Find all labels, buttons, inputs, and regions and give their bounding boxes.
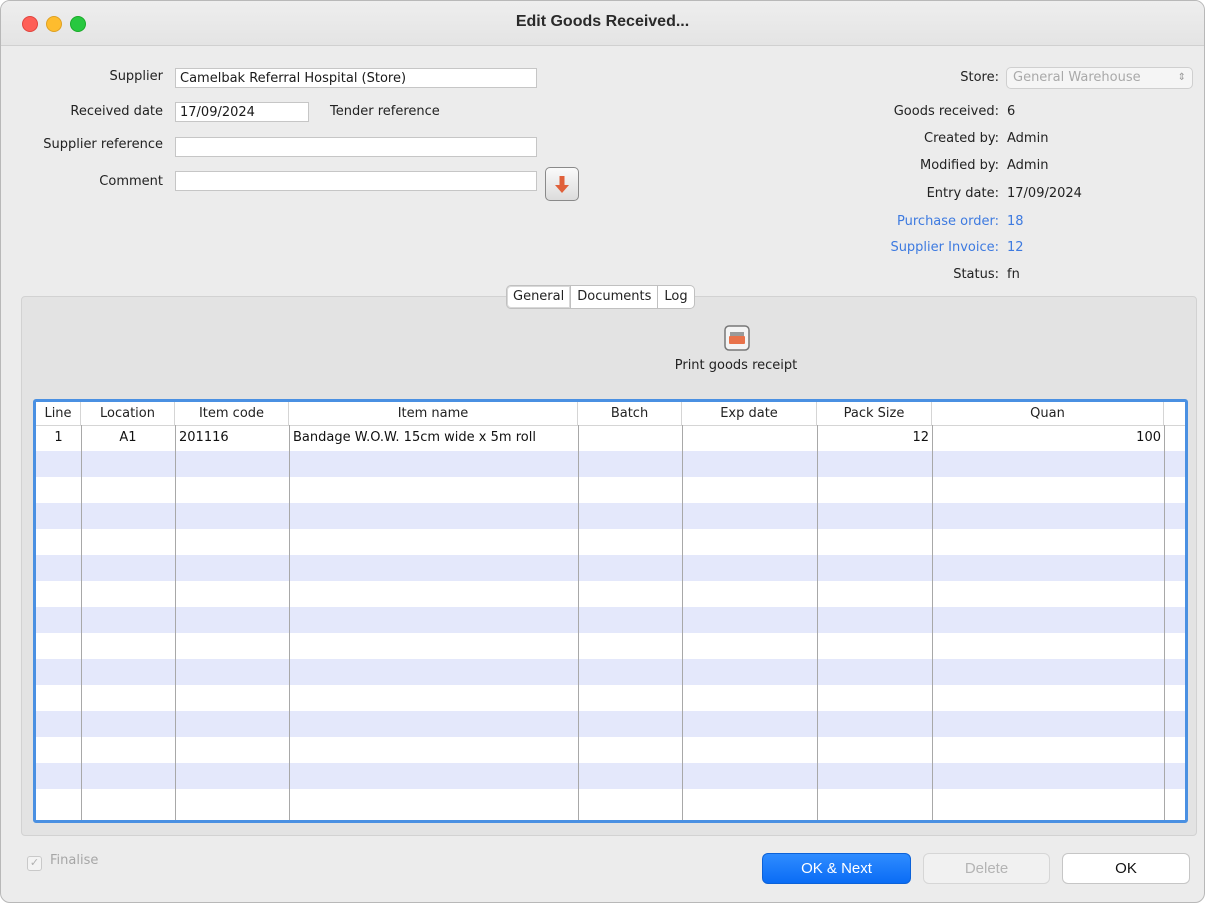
printer-icon: [724, 325, 750, 351]
ok-and-next-button[interactable]: OK & Next: [762, 853, 911, 884]
cell-item-name[interactable]: Bandage W.O.W. 15cm wide x 5m roll: [293, 427, 576, 453]
column-header-location[interactable]: Location: [81, 402, 175, 425]
column-header-exp-date[interactable]: Exp date: [682, 402, 817, 425]
column-header-item-code[interactable]: Item code: [175, 402, 289, 425]
supplier-label: Supplier: [109, 69, 163, 84]
cell-line[interactable]: 1: [36, 427, 81, 453]
table-row[interactable]: [36, 503, 1185, 529]
supplier-invoice-link[interactable]: Supplier Invoice:: [699, 240, 999, 255]
table-row[interactable]: [36, 659, 1185, 685]
cell-location[interactable]: A1: [81, 427, 175, 453]
table-row[interactable]: [36, 581, 1185, 607]
window-title: Edit Goods Received...: [515, 13, 690, 30]
print-goods-receipt-label: Print goods receipt: [674, 358, 798, 373]
table-row[interactable]: [36, 477, 1185, 503]
entry-date-value: 17/09/2024: [1007, 186, 1082, 201]
cell-batch[interactable]: [582, 427, 680, 453]
table-row[interactable]: [36, 451, 1185, 477]
table-row[interactable]: [36, 789, 1185, 815]
purchase-order-value[interactable]: 18: [1007, 214, 1024, 229]
edit-goods-received-window: Edit Goods Received... Supplier Camelbak…: [0, 0, 1205, 903]
goods-received-lines-table[interactable]: Line Location Item code Item name Batch …: [33, 399, 1188, 823]
finalise-label: Finalise: [50, 853, 99, 868]
down-arrow-icon: [555, 176, 569, 193]
column-divider: [1164, 425, 1165, 820]
cell-exp-date[interactable]: [686, 427, 815, 453]
finalise-checkbox[interactable]: ✓ Finalise: [27, 853, 98, 871]
chevron-updown-icon: ⇕: [1177, 72, 1186, 83]
table-row[interactable]: [36, 607, 1185, 633]
column-divider: [175, 425, 176, 820]
column-header-pack-size[interactable]: Pack Size: [817, 402, 932, 425]
table-row[interactable]: [36, 763, 1185, 789]
table-row[interactable]: [36, 633, 1185, 659]
table-row[interactable]: [36, 555, 1185, 581]
status-label: Status:: [953, 267, 999, 282]
insert-comment-button[interactable]: [545, 167, 579, 201]
column-divider: [932, 425, 933, 820]
delete-button[interactable]: Delete: [923, 853, 1050, 884]
table-header: Line Location Item code Item name Batch …: [36, 402, 1185, 426]
store-select[interactable]: General Warehouse ⇕: [1006, 67, 1193, 89]
column-divider: [682, 425, 683, 820]
store-label: Store:: [960, 70, 999, 85]
goods-received-value: 6: [1007, 104, 1016, 119]
table-row[interactable]: [36, 529, 1185, 555]
supplier-reference-field[interactable]: [175, 137, 537, 157]
supplier-invoice-value[interactable]: 12: [1007, 240, 1024, 255]
tender-reference-label: Tender reference: [330, 104, 440, 119]
tab-general[interactable]: General: [506, 285, 572, 309]
column-header-quantity[interactable]: Quan: [932, 402, 1164, 425]
store-select-value: General Warehouse: [1013, 70, 1141, 85]
ok-button[interactable]: OK: [1062, 853, 1190, 884]
cell-item-code[interactable]: 201116: [179, 427, 287, 453]
created-by-label: Created by:: [924, 131, 999, 146]
comment-label: Comment: [99, 174, 163, 189]
tab-documents[interactable]: Documents: [571, 285, 659, 309]
entry-date-label: Entry date:: [926, 186, 999, 201]
column-divider: [578, 425, 579, 820]
modified-by-label: Modified by:: [920, 158, 999, 173]
cell-pack-size[interactable]: 12: [817, 427, 929, 453]
received-date-label: Received date: [70, 104, 163, 119]
created-by-value: Admin: [1007, 131, 1049, 146]
comment-field[interactable]: [175, 171, 537, 191]
title-bar: Edit Goods Received...: [1, 1, 1204, 46]
tab-bar: General Documents Log: [506, 285, 695, 309]
received-date-field[interactable]: 17/09/2024: [175, 102, 309, 122]
supplier-field[interactable]: Camelbak Referral Hospital (Store): [175, 68, 537, 88]
print-goods-receipt-button[interactable]: [723, 324, 751, 352]
modified-by-value: Admin: [1007, 158, 1049, 173]
supplier-reference-label: Supplier reference: [43, 137, 163, 152]
goods-received-label: Goods received:: [893, 104, 999, 119]
column-divider: [81, 425, 82, 820]
table-row[interactable]: [36, 737, 1185, 763]
status-value: fn: [1007, 267, 1020, 282]
column-divider: [289, 425, 290, 820]
column-divider: [817, 425, 818, 820]
column-header-item-name[interactable]: Item name: [289, 402, 578, 425]
column-header-line[interactable]: Line: [36, 402, 81, 425]
purchase-order-link[interactable]: Purchase order:: [699, 214, 999, 229]
table-row[interactable]: [36, 711, 1185, 737]
column-header-batch[interactable]: Batch: [578, 402, 682, 425]
cell-quantity[interactable]: 100: [932, 427, 1161, 453]
table-row[interactable]: [36, 685, 1185, 711]
checkmark-icon: ✓: [27, 856, 42, 871]
tab-log[interactable]: Log: [658, 285, 695, 309]
